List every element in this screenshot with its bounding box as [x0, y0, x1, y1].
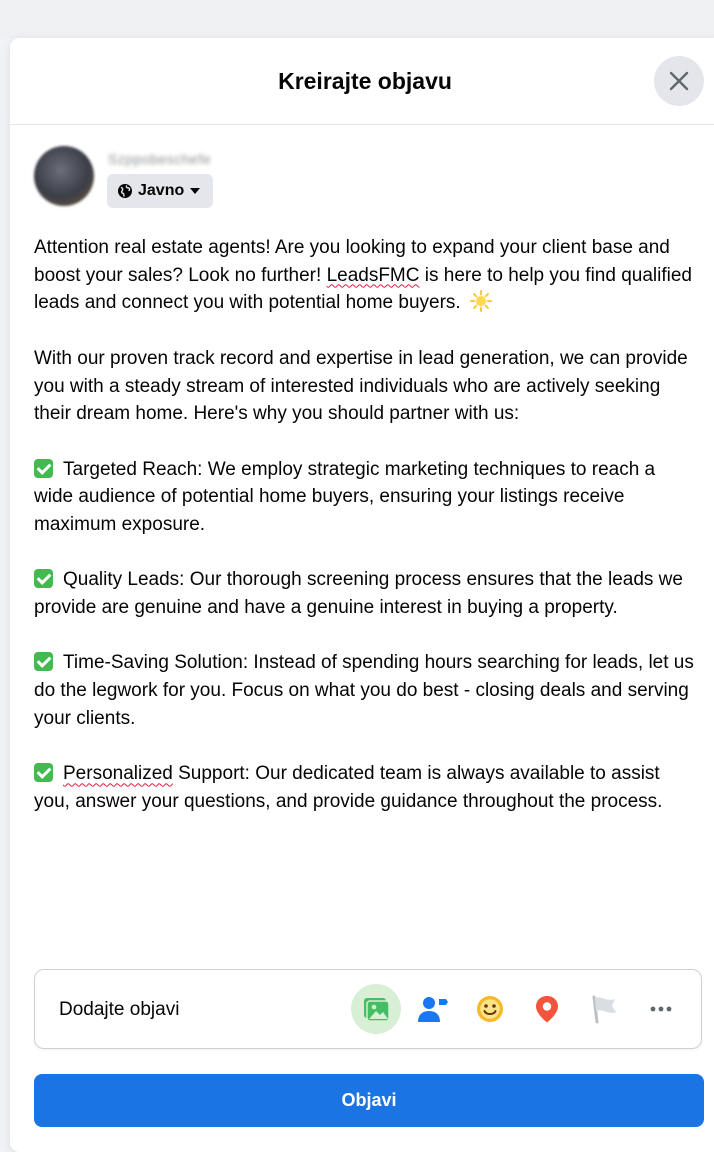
caret-down-icon	[190, 188, 201, 194]
add-to-post-panel: Dodajte objavi	[34, 969, 702, 1049]
create-post-dialog: Kreirajte objavu Szppobeschefe Javno Att…	[10, 38, 714, 1152]
bullet-item: Personalized Support: Our dedicated team…	[34, 760, 694, 815]
check-mark-icon	[34, 763, 53, 783]
add-to-post-label: Dodajte objavi	[59, 999, 180, 1020]
close-button[interactable]	[654, 56, 704, 106]
dialog-header: Kreirajte objavu	[10, 38, 714, 125]
check-in-icon	[536, 996, 558, 1023]
dialog-title: Kreirajte objavu	[278, 68, 452, 94]
post-text-area[interactable]: Attention real estate agents! Are you lo…	[34, 234, 694, 946]
sparkle-sun-icon	[470, 290, 492, 313]
close-icon	[669, 71, 689, 91]
flag-icon	[592, 995, 616, 1024]
check-mark-icon	[34, 458, 53, 478]
privacy-selector-button[interactable]: Javno	[107, 174, 214, 208]
bullet-item: Quality Leads: Our thorough screening pr…	[34, 566, 694, 621]
publish-button[interactable]: Objavi	[34, 1074, 704, 1127]
tag-people-button[interactable]	[408, 984, 458, 1034]
tag-people-icon	[418, 997, 448, 1022]
privacy-label: Javno	[138, 182, 185, 199]
check-mark-icon	[34, 569, 53, 589]
author-name: Szppobeschefe	[108, 151, 212, 167]
photo-video-icon	[364, 998, 390, 1022]
life-event-button[interactable]	[579, 984, 629, 1034]
bullet-text: Targeted Reach: We employ strategic mark…	[34, 458, 656, 535]
avatar[interactable]	[34, 146, 94, 206]
feeling-activity-button[interactable]	[465, 984, 515, 1034]
check-mark-icon	[34, 652, 53, 672]
author-row: Szppobeschefe Javno	[34, 146, 634, 216]
misspelled-word: Personalized	[63, 763, 173, 785]
background-strip	[0, 0, 714, 38]
bullet-text: Quality Leads: Our thorough screening pr…	[34, 569, 683, 619]
post-paragraph: With our proven track record and experti…	[34, 347, 688, 425]
more-options-button[interactable]	[636, 984, 686, 1034]
bullet-text: Time-Saving Solution: Instead of spendin…	[34, 652, 694, 729]
more-icon	[650, 1006, 672, 1012]
globe-icon	[118, 184, 132, 198]
photo-video-button[interactable]	[351, 984, 401, 1034]
bullet-item: Targeted Reach: We employ strategic mark…	[34, 456, 694, 539]
brand-name: LeadsFMC	[326, 264, 420, 286]
feeling-icon	[477, 996, 503, 1022]
bullet-item: Time-Saving Solution: Instead of spendin…	[34, 649, 694, 732]
post-paragraph: Attention real estate agents! Are you lo…	[34, 234, 694, 317]
check-in-button[interactable]	[522, 984, 572, 1034]
